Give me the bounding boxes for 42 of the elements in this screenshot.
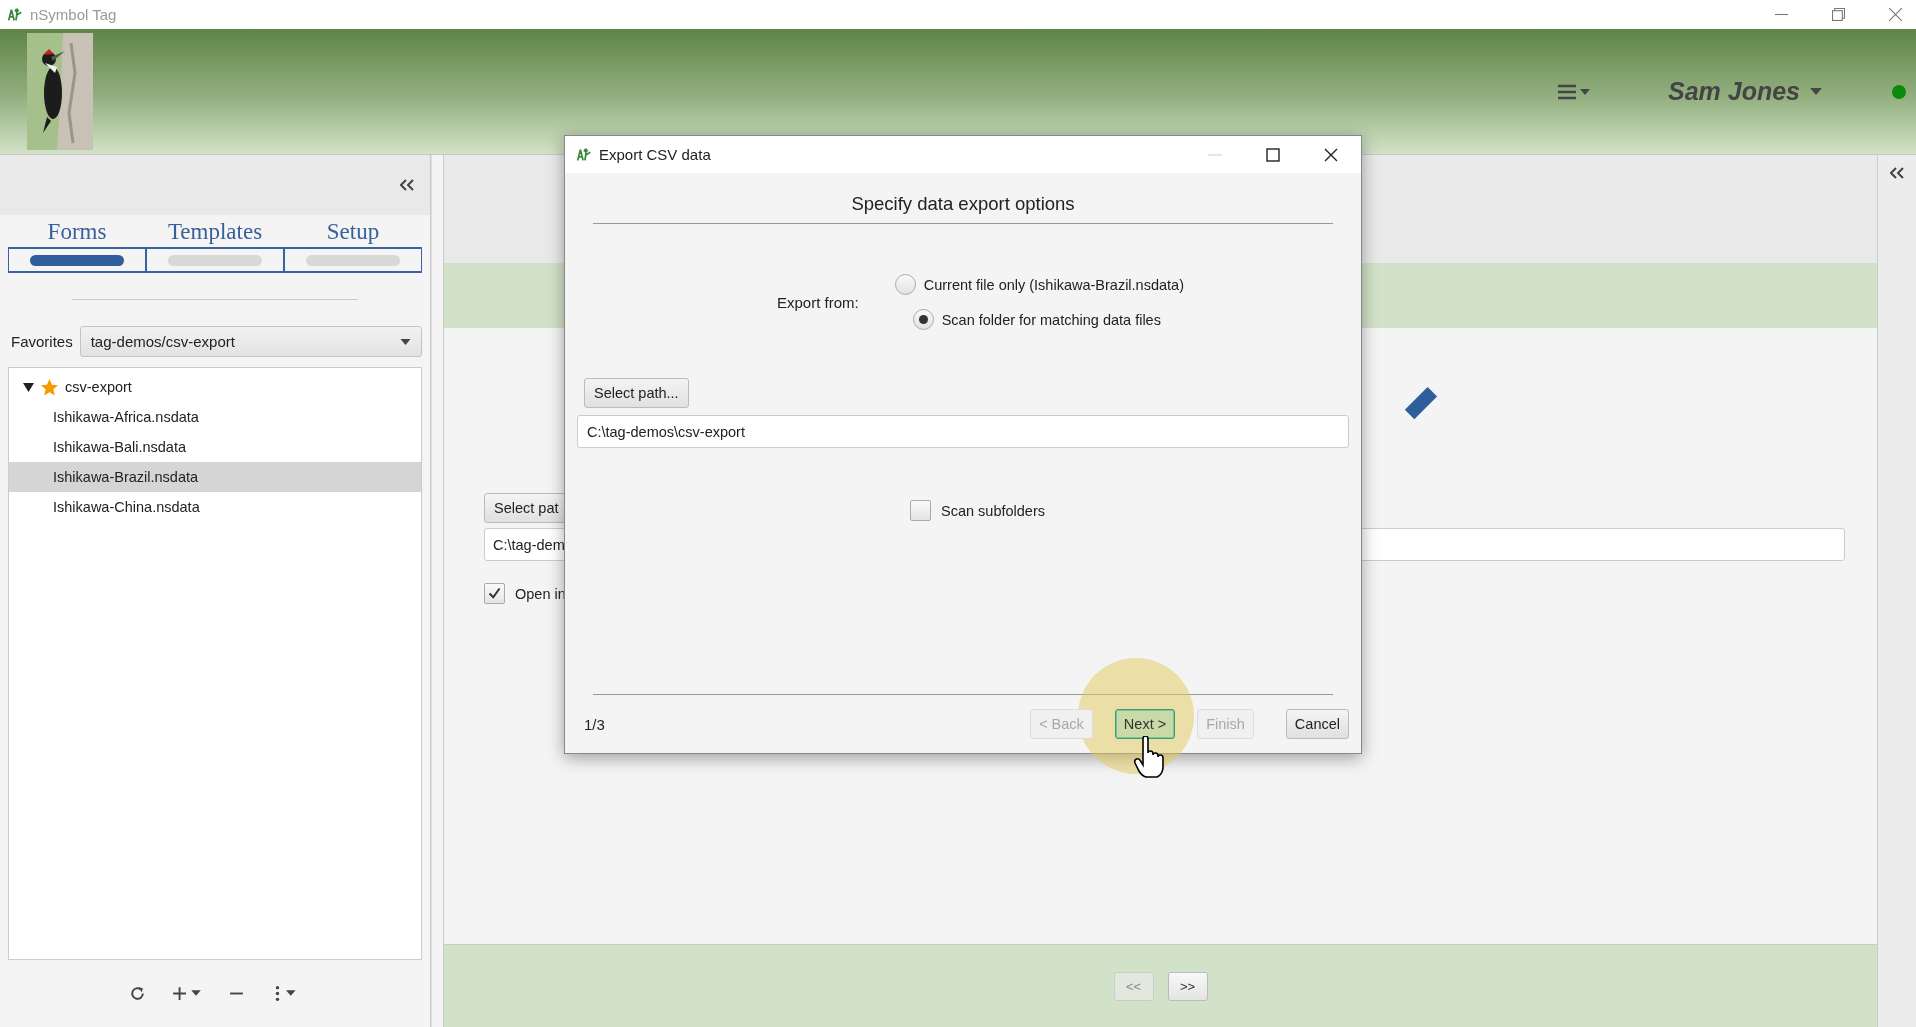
- tree-item[interactable]: csv-export: [9, 372, 421, 402]
- pager-button[interactable]: >>: [1167, 971, 1208, 1001]
- collapse-icon[interactable]: [1890, 167, 1904, 179]
- path-field[interactable]: C:\tag-demos\csv-export: [577, 415, 1349, 448]
- radio-button[interactable]: [912, 309, 934, 330]
- wizard-button[interactable]: Next >: [1114, 709, 1176, 739]
- select-path-button[interactable]: Select path...: [584, 378, 689, 408]
- app-logo-icon: [6, 5, 24, 24]
- wizard-button[interactable]: Cancel: [1285, 709, 1349, 739]
- expand-arrow-icon: [23, 381, 34, 393]
- add-menu-icon[interactable]: [172, 985, 202, 1002]
- app-logo-icon: [575, 145, 593, 164]
- tree-item[interactable]: Ishikawa-China.nsdata: [9, 492, 421, 522]
- scan-subfolders-checkbox[interactable]: [910, 500, 931, 521]
- open-checkbox[interactable]: [484, 583, 505, 604]
- radio-label: Current file only (Ishikawa-Brazil.nsdata): [923, 276, 1184, 293]
- close-icon[interactable]: [1324, 147, 1338, 162]
- restore-icon[interactable]: [1832, 8, 1845, 21]
- refresh-icon[interactable]: [129, 985, 146, 1002]
- caret-icon: [1810, 88, 1822, 95]
- tree-item[interactable]: Ishikawa-Bali.nsdata: [9, 432, 421, 462]
- check-icon: [487, 586, 502, 601]
- caret-icon: [400, 338, 411, 345]
- dialog-title: Export CSV data: [599, 146, 711, 163]
- tree-item[interactable]: Ishikawa-Brazil.nsdata: [9, 462, 421, 492]
- favorites-label: Favorites: [11, 333, 73, 350]
- tree-item[interactable]: Ishikawa-Africa.nsdata: [9, 402, 421, 432]
- step-counter: 1/3: [584, 715, 605, 733]
- sidebar-tab[interactable]: Setup: [284, 217, 422, 273]
- export-from-label: Export from:: [777, 293, 859, 311]
- radio-label: Scan folder for matching data files: [941, 311, 1161, 328]
- checkbox-label: Scan subfolders: [941, 502, 1045, 519]
- collapse-icon[interactable]: [400, 179, 414, 191]
- window-title: nSymbol Tag: [30, 6, 117, 23]
- radio-button[interactable]: [894, 274, 916, 295]
- sidebar-tab[interactable]: Forms: [8, 217, 146, 273]
- sidebar-tab[interactable]: Templates: [146, 217, 284, 273]
- status-dot: [1892, 84, 1906, 99]
- user-menu[interactable]: Sam Jones: [1668, 77, 1822, 106]
- maximize-icon[interactable]: [1266, 147, 1280, 162]
- favorites-dropdown[interactable]: tag-demos/csv-export: [79, 326, 422, 357]
- dialog-heading: Specify data export options: [850, 193, 1076, 216]
